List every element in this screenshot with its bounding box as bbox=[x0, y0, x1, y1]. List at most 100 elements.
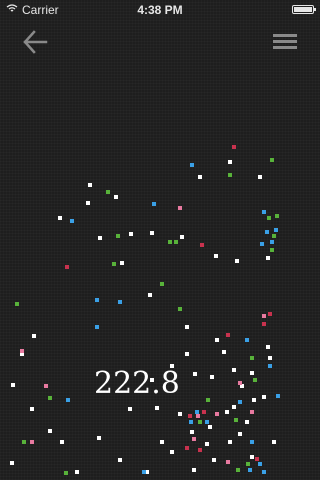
particle-white bbox=[228, 440, 232, 444]
particle-white bbox=[30, 407, 34, 411]
particle-white bbox=[225, 410, 229, 414]
particle-red bbox=[198, 448, 202, 452]
particle-white bbox=[214, 254, 218, 258]
particle-green bbox=[267, 216, 271, 220]
particle-blue bbox=[190, 163, 194, 167]
particle-pink bbox=[196, 414, 200, 418]
particle-green bbox=[250, 356, 254, 360]
particle-white bbox=[190, 430, 194, 434]
particle-white bbox=[60, 440, 64, 444]
particle-green bbox=[228, 173, 232, 177]
particle-white bbox=[178, 412, 182, 416]
particle-red bbox=[200, 243, 204, 247]
particle-green bbox=[206, 398, 210, 402]
particle-white bbox=[272, 440, 276, 444]
particle-green bbox=[275, 214, 279, 218]
particle-white bbox=[193, 372, 197, 376]
particle-white bbox=[170, 450, 174, 454]
particle-pink bbox=[30, 440, 34, 444]
particle-blue bbox=[70, 219, 74, 223]
particle-white bbox=[235, 259, 239, 263]
particle-red bbox=[65, 265, 69, 269]
particle-green bbox=[246, 462, 250, 466]
particle-field[interactable] bbox=[0, 0, 320, 480]
particle-pink bbox=[215, 412, 219, 416]
particle-pink bbox=[250, 410, 254, 414]
particle-green bbox=[22, 440, 26, 444]
particle-blue bbox=[152, 202, 156, 206]
particle-red bbox=[255, 457, 259, 461]
particle-white bbox=[75, 470, 79, 474]
particle-pink bbox=[192, 437, 196, 441]
particle-pink bbox=[238, 381, 242, 385]
particle-green bbox=[168, 240, 172, 244]
particle-blue bbox=[262, 210, 266, 214]
particle-white bbox=[238, 432, 242, 436]
particle-white bbox=[198, 175, 202, 179]
particle-pink bbox=[20, 349, 24, 353]
particle-white bbox=[266, 345, 270, 349]
particle-blue bbox=[118, 300, 122, 304]
particle-white bbox=[258, 175, 262, 179]
particle-white bbox=[120, 261, 124, 265]
particle-white bbox=[86, 201, 90, 205]
particle-blue bbox=[205, 420, 209, 424]
particle-blue bbox=[189, 420, 193, 424]
particle-white bbox=[208, 425, 212, 429]
particle-white bbox=[250, 455, 254, 459]
particle-green bbox=[270, 158, 274, 162]
particle-white bbox=[11, 383, 15, 387]
particle-green bbox=[112, 262, 116, 266]
particle-blue bbox=[248, 468, 252, 472]
particle-red bbox=[188, 414, 192, 418]
particle-white bbox=[160, 440, 164, 444]
particle-blue bbox=[66, 398, 70, 402]
particle-pink bbox=[44, 384, 48, 388]
particle-green bbox=[64, 471, 68, 475]
particle-white bbox=[10, 461, 14, 465]
particle-red bbox=[232, 145, 236, 149]
particle-white bbox=[232, 405, 236, 409]
particle-white bbox=[245, 420, 249, 424]
particle-white bbox=[58, 216, 62, 220]
particle-white bbox=[150, 231, 154, 235]
particle-white bbox=[185, 325, 189, 329]
particle-white bbox=[180, 235, 184, 239]
particle-green bbox=[178, 307, 182, 311]
particle-blue bbox=[265, 230, 269, 234]
particle-white bbox=[155, 406, 159, 410]
particle-pink bbox=[262, 314, 266, 318]
particle-white bbox=[252, 398, 256, 402]
particle-blue bbox=[238, 400, 242, 404]
particle-white bbox=[205, 442, 209, 446]
particle-blue bbox=[142, 470, 146, 474]
particle-pink bbox=[226, 460, 230, 464]
particle-white bbox=[215, 338, 219, 342]
particle-blue bbox=[276, 394, 280, 398]
particle-blue bbox=[270, 240, 274, 244]
particle-white bbox=[88, 183, 92, 187]
particle-red bbox=[226, 333, 230, 337]
particle-blue bbox=[258, 462, 262, 466]
particle-green bbox=[15, 302, 19, 306]
particle-green bbox=[236, 468, 240, 472]
particle-white bbox=[228, 160, 232, 164]
particle-blue bbox=[195, 410, 199, 414]
particle-white bbox=[262, 395, 266, 399]
particle-green bbox=[234, 418, 238, 422]
particle-white bbox=[250, 371, 254, 375]
particle-green bbox=[174, 240, 178, 244]
particle-white bbox=[118, 458, 122, 462]
particle-blue bbox=[95, 325, 99, 329]
particle-red bbox=[185, 446, 189, 450]
particle-white bbox=[268, 356, 272, 360]
particle-white bbox=[185, 352, 189, 356]
particle-green bbox=[160, 282, 164, 286]
particle-green bbox=[272, 234, 276, 238]
particle-green bbox=[253, 378, 257, 382]
particle-blue bbox=[260, 242, 264, 246]
particle-green bbox=[48, 396, 52, 400]
particle-green bbox=[116, 234, 120, 238]
particle-white bbox=[114, 195, 118, 199]
particle-blue bbox=[268, 364, 272, 368]
